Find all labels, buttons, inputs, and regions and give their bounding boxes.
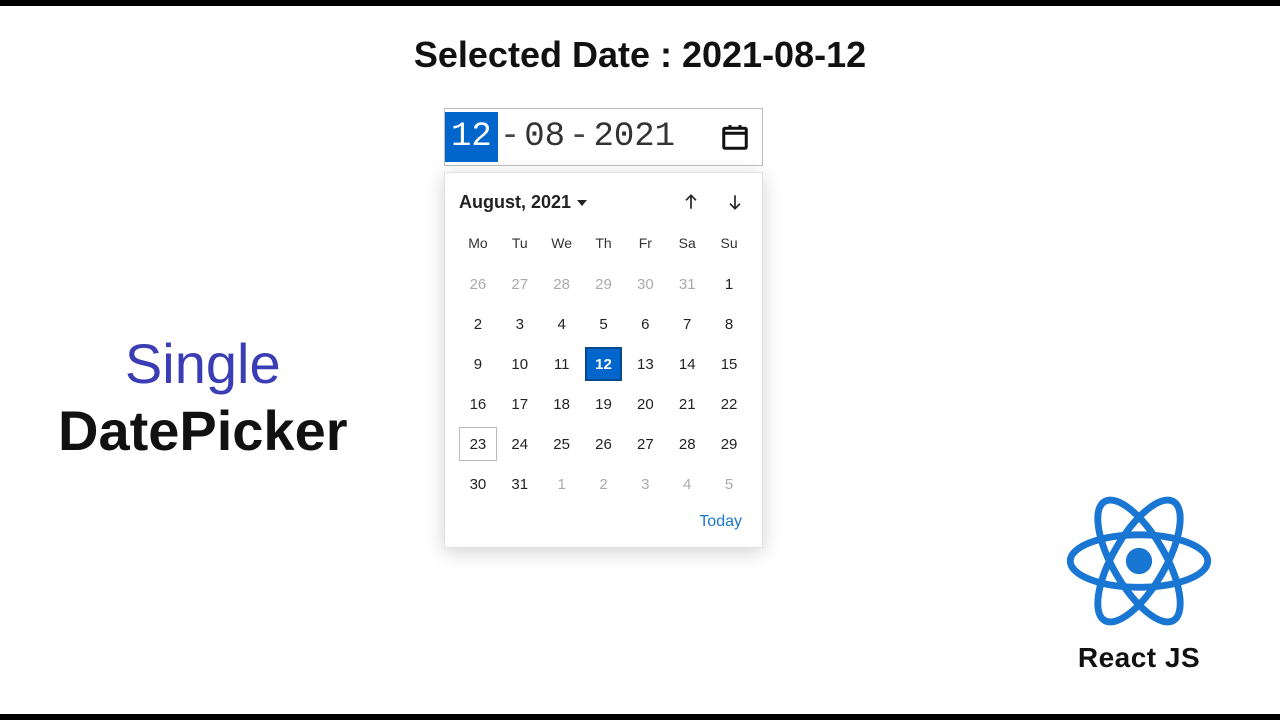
calendar-day[interactable]: 9 xyxy=(459,347,497,381)
selected-date-heading: Selected Date : 2021-08-12 xyxy=(0,34,1280,76)
date-separator: - xyxy=(498,118,522,156)
calendar-day[interactable]: 28 xyxy=(543,267,581,301)
next-month-button[interactable] xyxy=(722,189,748,215)
react-logo-caption: React JS xyxy=(1054,642,1224,674)
calendar-day[interactable]: 27 xyxy=(501,267,539,301)
calendar-day[interactable]: 5 xyxy=(710,467,748,501)
calendar-grid: MoTuWeThFrSaSu26272829303112345678910111… xyxy=(459,229,748,501)
calendar-nav xyxy=(678,189,748,215)
date-input[interactable]: 12 - 08 - 2021 xyxy=(444,108,763,166)
calendar-day[interactable]: 4 xyxy=(668,467,706,501)
calendar-day[interactable]: 26 xyxy=(585,427,623,461)
calendar-day[interactable]: 11 xyxy=(543,347,581,381)
month-year-label: August, 2021 xyxy=(459,192,571,213)
calendar-day[interactable]: 31 xyxy=(668,267,706,301)
calendar-day[interactable]: 3 xyxy=(626,467,664,501)
title-line-2: DatePicker xyxy=(58,397,348,464)
weekday-header: Th xyxy=(585,229,623,261)
weekday-header: Su xyxy=(710,229,748,261)
calendar-header: August, 2021 xyxy=(459,189,748,215)
calendar-day[interactable]: 29 xyxy=(585,267,623,301)
date-input-month[interactable]: 08 xyxy=(522,112,567,162)
calendar-day[interactable]: 31 xyxy=(501,467,539,501)
calendar-day[interactable]: 29 xyxy=(710,427,748,461)
month-year-selector[interactable]: August, 2021 xyxy=(459,192,587,213)
calendar-day[interactable]: 1 xyxy=(543,467,581,501)
date-input-day[interactable]: 12 xyxy=(445,112,498,162)
calendar-day[interactable]: 4 xyxy=(543,307,581,341)
weekday-header: We xyxy=(543,229,581,261)
calendar-day[interactable]: 27 xyxy=(626,427,664,461)
react-logo: React JS xyxy=(1054,486,1224,674)
calendar-day[interactable]: 20 xyxy=(626,387,664,421)
calendar-footer: Today xyxy=(459,501,748,537)
calendar-day[interactable]: 26 xyxy=(459,267,497,301)
calendar-day[interactable]: 13 xyxy=(626,347,664,381)
calendar-day[interactable]: 19 xyxy=(585,387,623,421)
calendar-day[interactable]: 10 xyxy=(501,347,539,381)
calendar-day[interactable]: 17 xyxy=(501,387,539,421)
today-link[interactable]: Today xyxy=(699,513,742,530)
calendar-day[interactable]: 5 xyxy=(585,307,623,341)
title-line-1: Single xyxy=(58,330,348,397)
calendar-day[interactable]: 6 xyxy=(626,307,664,341)
date-separator: - xyxy=(567,118,591,156)
weekday-header: Fr xyxy=(626,229,664,261)
calendar-day[interactable]: 22 xyxy=(710,387,748,421)
calendar-day[interactable]: 24 xyxy=(501,427,539,461)
calendar-icon[interactable] xyxy=(718,120,752,154)
bottom-border xyxy=(0,714,1280,720)
calendar-day[interactable]: 12 xyxy=(585,347,623,381)
calendar-day[interactable]: 15 xyxy=(710,347,748,381)
top-border xyxy=(0,0,1280,6)
calendar-popup: August, 2021 MoTuWeThFrSaSu2627282930311… xyxy=(444,172,763,548)
calendar-day[interactable]: 30 xyxy=(459,467,497,501)
calendar-day[interactable]: 2 xyxy=(585,467,623,501)
chevron-down-icon xyxy=(577,200,587,206)
calendar-day[interactable]: 8 xyxy=(710,307,748,341)
calendar-day[interactable]: 2 xyxy=(459,307,497,341)
date-input-year[interactable]: 2021 xyxy=(591,112,677,162)
calendar-day[interactable]: 14 xyxy=(668,347,706,381)
weekday-header: Tu xyxy=(501,229,539,261)
calendar-day[interactable]: 1 xyxy=(710,267,748,301)
calendar-day[interactable]: 16 xyxy=(459,387,497,421)
calendar-day[interactable]: 3 xyxy=(501,307,539,341)
calendar-day[interactable]: 25 xyxy=(543,427,581,461)
weekday-header: Sa xyxy=(668,229,706,261)
prev-month-button[interactable] xyxy=(678,189,704,215)
calendar-day[interactable]: 28 xyxy=(668,427,706,461)
calendar-day[interactable]: 7 xyxy=(668,307,706,341)
calendar-day[interactable]: 21 xyxy=(668,387,706,421)
calendar-day[interactable]: 30 xyxy=(626,267,664,301)
title-label: Single DatePicker xyxy=(58,330,348,464)
calendar-day[interactable]: 18 xyxy=(543,387,581,421)
weekday-header: Mo xyxy=(459,229,497,261)
calendar-day[interactable]: 23 xyxy=(459,427,497,461)
